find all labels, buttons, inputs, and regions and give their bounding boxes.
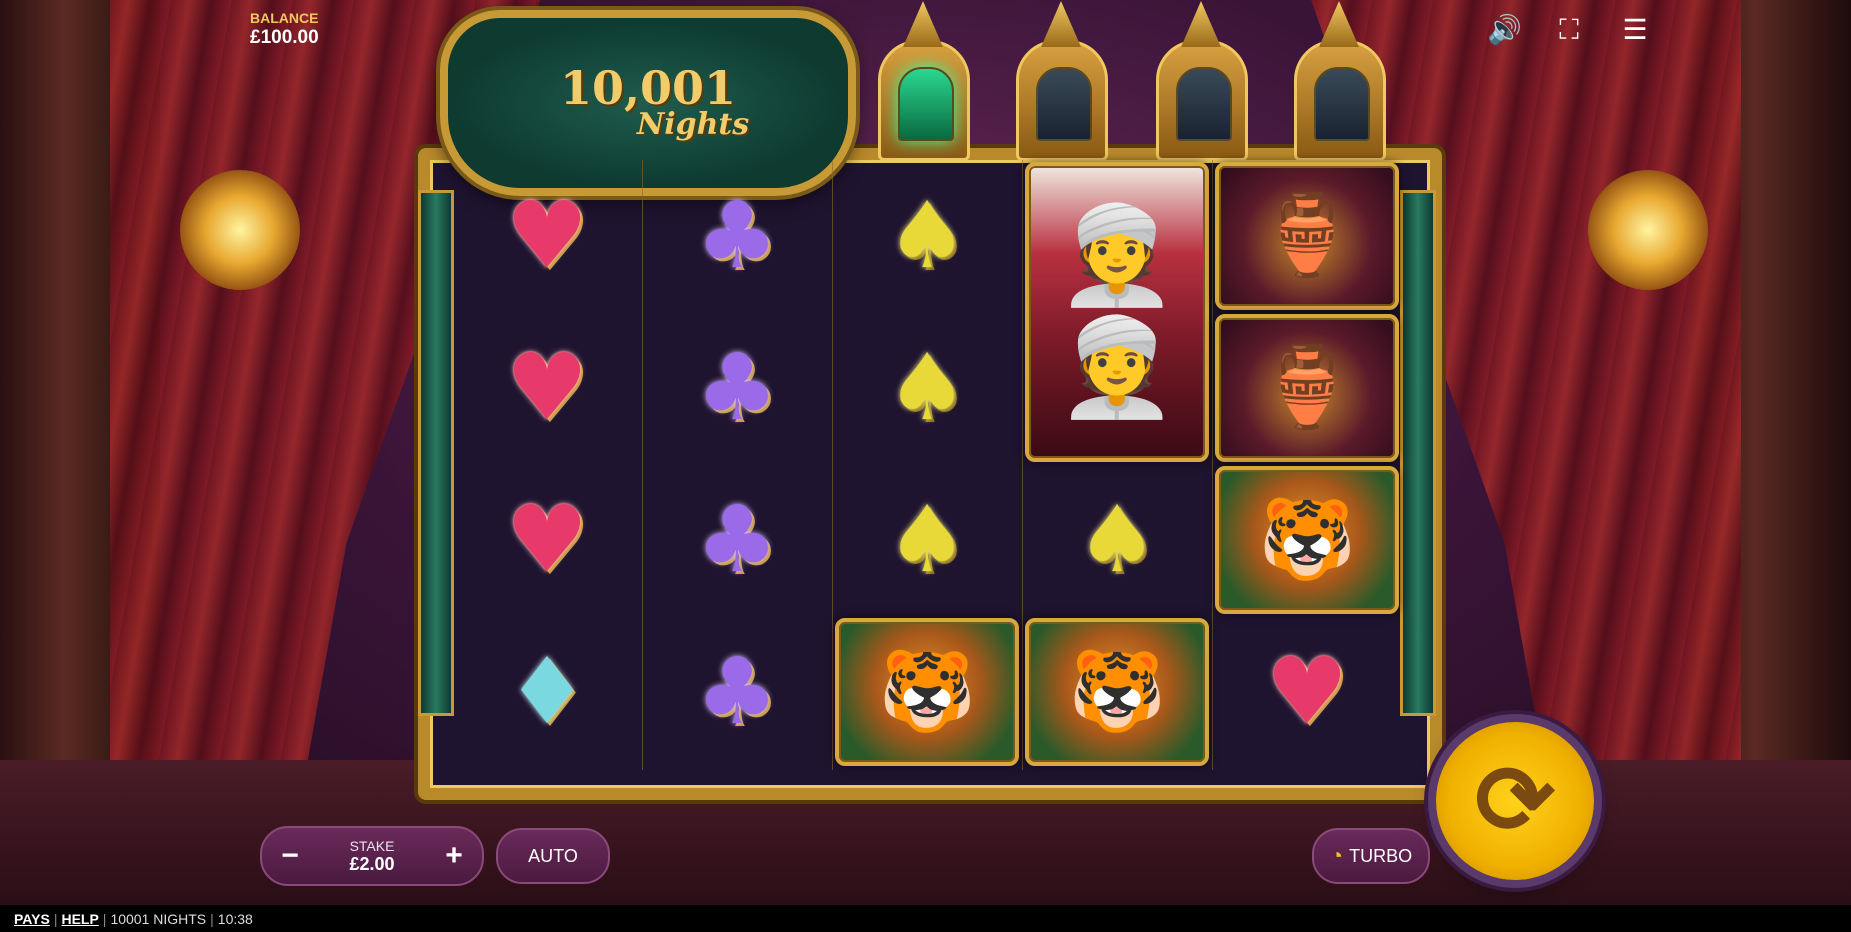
clock: 10:38 [217,910,253,927]
symbol-tiger: 🐯 [832,616,1022,768]
lamp-4 [1294,40,1386,161]
balance-label: BALANCE [250,10,319,26]
stake-value: £2.00 [349,853,395,874]
symbol-tiger: 🐯 [1212,464,1402,616]
lantern-right [1588,170,1708,290]
symbol-heart: ♥ [505,334,589,441]
vase-icon: 🏺 [1258,343,1356,431]
tiger-icon: 🐯 [1068,647,1166,735]
sound-icon[interactable]: 🔊 [1487,14,1522,46]
symbol-vase: 🏺 [1212,312,1402,464]
lamp-2 [1016,40,1108,161]
stake-decrease-button[interactable]: − [262,830,318,882]
help-link[interactable]: HELP [61,911,98,927]
logo-subtitle: Nights [636,106,750,142]
turbo-button[interactable]: ◔ TURBO [1312,828,1430,884]
footer-bar: PAYS | HELP | 10001 NIGHTS | 10:38 [0,905,1851,932]
footer-separator: | [53,910,58,927]
autoplay-button[interactable]: AUTO [496,828,610,884]
footer-separator: | [102,910,107,927]
stake-increase-button[interactable]: + [426,830,482,882]
logo-title: 10,001 [559,60,737,115]
symbol-club: ♣ [695,638,779,745]
symbol-vase: 🏺 [1212,160,1402,312]
symbol-heart: ♥ [1265,638,1349,745]
balance-display: BALANCE £100.00 [250,10,319,49]
fullscreen-icon[interactable]: ⛶ [1553,14,1585,46]
lamp-3 [1156,40,1248,161]
stake-label: STAKE [349,837,395,854]
top-toolbar: 🔊 ⛶ ☰ [1487,14,1651,46]
balance-value: £100.00 [250,27,319,48]
game-name: 10001 NIGHTS [110,910,207,927]
symbol-spade: ♠ [885,486,969,593]
footer-separator: | [210,910,214,927]
tiger-icon: 🐯 [878,647,976,735]
lantern-left [180,170,300,290]
symbol-sultan: 👳 👳 [1022,160,1212,464]
symbol-heart: ♥ [505,486,589,593]
symbol-spade: ♠ [885,334,969,441]
lamp-1 [878,40,970,161]
frame-pillar-right [1400,190,1436,716]
spin-icon: ⟳ [1474,747,1556,854]
symbol-spade: ♠ [885,182,969,289]
symbol-spade: ♠ [1075,486,1159,593]
sultan-icon: 👳 [1057,314,1177,421]
symbol-club: ♣ [695,182,779,289]
frame-pillar-left [418,190,454,716]
symbol-heart: ♥ [505,182,589,289]
spin-button[interactable]: ⟳ [1436,722,1594,880]
pays-link[interactable]: PAYS [14,911,50,927]
vase-icon: 🏺 [1258,191,1356,279]
tiger-icon: 🐯 [1258,495,1356,583]
symbol-tiger: 🐯 [1022,616,1212,768]
symbol-club: ♣ [695,334,779,441]
turbo-icon: ◔ [1329,843,1344,868]
menu-icon[interactable]: ☰ [1619,14,1651,46]
stake-control: − STAKE £2.00 + [260,826,484,886]
sultan-icon: 👳 [1057,202,1177,309]
reel-grid: ♥ ♥ ♥ ♦ ♣ ♣ ♣ ♣ ♠ ♠ ♠ 🐯 👳 👳 ♠ 🐯 🏺 🏺 🐯 ♥ [452,160,1402,770]
turbo-label: TURBO [1349,845,1413,866]
stake-display: STAKE £2.00 [318,838,426,875]
symbol-club: ♣ [695,486,779,593]
lamp-row [878,0,1408,161]
symbol-diamond: ♦ [505,638,589,745]
